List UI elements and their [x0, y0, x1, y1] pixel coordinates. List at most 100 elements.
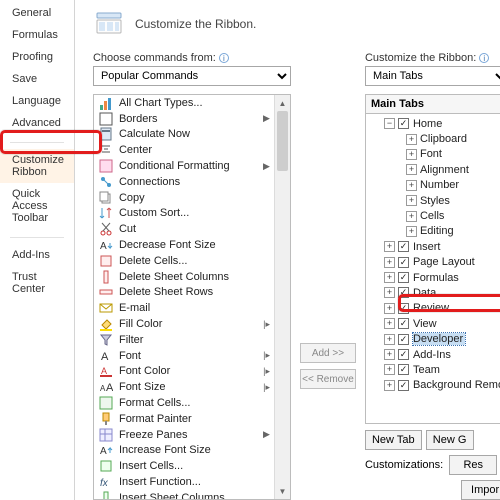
checkbox[interactable]: ✓: [398, 272, 409, 283]
tree-item-formulas[interactable]: +✓Formulas: [368, 270, 500, 285]
tree-item-page-layout[interactable]: +✓Page Layout: [368, 255, 500, 270]
commands-scrollbar[interactable]: ▲ ▼: [274, 95, 290, 499]
tree-item-view[interactable]: +✓View: [368, 316, 500, 331]
command-item[interactable]: Filter: [94, 332, 274, 348]
add-button[interactable]: Add >>: [300, 343, 356, 363]
expand-icon[interactable]: +: [406, 211, 417, 222]
command-item[interactable]: Delete Sheet Columns: [94, 269, 274, 285]
ribbon-scope-dropdown[interactable]: Main Tabs: [365, 66, 500, 86]
command-item[interactable]: Insert Cells...: [94, 458, 274, 474]
checkbox[interactable]: ✓: [398, 303, 409, 314]
choose-commands-dropdown[interactable]: Popular Commands: [93, 66, 291, 86]
sidebar-item-general[interactable]: General: [0, 2, 74, 24]
expand-icon[interactable]: +: [384, 287, 395, 298]
sidebar-item-customize-ribbon[interactable]: Customize Ribbon: [0, 149, 74, 183]
checkbox[interactable]: ✓: [398, 118, 409, 129]
tree-item-font[interactable]: +Font: [368, 147, 500, 162]
new-tab-button[interactable]: New Tab: [365, 430, 422, 450]
expand-icon[interactable]: +: [384, 272, 395, 283]
tree-item-add-ins[interactable]: +✓Add-Ins: [368, 347, 500, 362]
command-item[interactable]: Copy: [94, 190, 274, 206]
sidebar-item-save[interactable]: Save: [0, 68, 74, 90]
flyout-icon: ▶: [263, 161, 272, 172]
tree-item-data[interactable]: +✓Data: [368, 285, 500, 300]
remove-button[interactable]: << Remove: [300, 369, 356, 389]
expand-icon[interactable]: +: [406, 226, 417, 237]
command-item[interactable]: Delete Sheet Rows: [94, 285, 274, 301]
reset-button[interactable]: Res: [449, 455, 497, 475]
commands-listbox[interactable]: All Chart Types...Borders▶Calculate NowC…: [93, 94, 291, 500]
expand-icon[interactable]: +: [384, 303, 395, 314]
command-item[interactable]: Custom Sort...: [94, 206, 274, 222]
checkbox[interactable]: ✓: [398, 380, 409, 391]
tree-item-clipboard[interactable]: +Clipboard: [368, 131, 500, 146]
command-item[interactable]: Freeze Panes▶: [94, 427, 274, 443]
checkbox[interactable]: ✓: [398, 318, 409, 329]
sidebar-item-trust-center[interactable]: Trust Center: [0, 266, 74, 300]
command-item[interactable]: Fill Color|▸: [94, 316, 274, 332]
command-item[interactable]: ADecrease Font Size: [94, 237, 274, 253]
scroll-down-icon[interactable]: ▼: [275, 483, 290, 499]
sidebar-item-advanced[interactable]: Advanced: [0, 112, 74, 134]
command-item[interactable]: Cut: [94, 221, 274, 237]
command-item[interactable]: All Chart Types...: [94, 95, 274, 111]
command-item[interactable]: Delete Cells...: [94, 253, 274, 269]
expand-icon[interactable]: +: [384, 349, 395, 360]
tree-item-developer[interactable]: +✓Developer: [368, 331, 500, 346]
expand-icon[interactable]: +: [384, 241, 395, 252]
checkbox[interactable]: ✓: [398, 349, 409, 360]
sidebar-item-quick-access-toolbar[interactable]: Quick Access Toolbar: [0, 183, 74, 229]
expand-icon[interactable]: +: [406, 149, 417, 160]
sidebar-item-add-ins[interactable]: Add-Ins: [0, 244, 74, 266]
info-icon[interactable]: i: [479, 53, 489, 63]
command-item[interactable]: Format Cells...: [94, 395, 274, 411]
tree-item-background-remo[interactable]: +✓Background Remo: [368, 378, 500, 393]
command-item[interactable]: Calculate Now: [94, 127, 274, 143]
new-group-button[interactable]: New G: [426, 430, 474, 450]
tree-item-styles[interactable]: +Styles: [368, 193, 500, 208]
tree-item-team[interactable]: +✓Team: [368, 362, 500, 377]
checkbox[interactable]: ✓: [398, 334, 409, 345]
tree-item-home[interactable]: −✓Home: [368, 116, 500, 131]
sidebar-item-language[interactable]: Language: [0, 90, 74, 112]
checkbox[interactable]: ✓: [398, 364, 409, 375]
command-item[interactable]: Format Painter: [94, 411, 274, 427]
checkbox[interactable]: ✓: [398, 287, 409, 298]
expand-icon[interactable]: +: [384, 318, 395, 329]
command-item[interactable]: E-mail: [94, 300, 274, 316]
command-item[interactable]: AFont|▸: [94, 348, 274, 364]
command-item[interactable]: Connections: [94, 174, 274, 190]
command-item[interactable]: AAFont Size|▸: [94, 379, 274, 395]
tree-item-alignment[interactable]: +Alignment: [368, 162, 500, 177]
expand-icon[interactable]: +: [384, 364, 395, 375]
sidebar-item-formulas[interactable]: Formulas: [0, 24, 74, 46]
command-item[interactable]: Conditional Formatting▶: [94, 158, 274, 174]
tree-item-review[interactable]: +✓Review: [368, 301, 500, 316]
scroll-up-icon[interactable]: ▲: [275, 95, 290, 111]
import-export-button[interactable]: Impor: [461, 480, 500, 500]
command-item[interactable]: Center: [94, 142, 274, 158]
tree-item-insert[interactable]: +✓Insert: [368, 239, 500, 254]
tree-item-editing[interactable]: +Editing: [368, 224, 500, 239]
checkbox[interactable]: ✓: [398, 241, 409, 252]
expand-icon[interactable]: +: [406, 164, 417, 175]
expand-icon[interactable]: −: [384, 118, 395, 129]
expand-icon[interactable]: +: [406, 134, 417, 145]
expand-icon[interactable]: +: [384, 380, 395, 391]
command-item[interactable]: Insert Sheet Columns: [94, 490, 274, 499]
command-item[interactable]: AIncrease Font Size: [94, 443, 274, 459]
command-item[interactable]: fxInsert Function...: [94, 474, 274, 490]
sidebar-item-proofing[interactable]: Proofing: [0, 46, 74, 68]
scroll-thumb[interactable]: [277, 111, 288, 171]
command-item[interactable]: AFont Color|▸: [94, 364, 274, 380]
checkbox[interactable]: ✓: [398, 257, 409, 268]
expand-icon[interactable]: +: [384, 257, 395, 268]
expand-icon[interactable]: +: [406, 180, 417, 191]
command-item[interactable]: Borders▶: [94, 111, 274, 127]
tree-item-number[interactable]: +Number: [368, 178, 500, 193]
ribbon-tree[interactable]: −✓Home+Clipboard+Font+Alignment+Number+S…: [365, 113, 500, 424]
expand-icon[interactable]: +: [406, 195, 417, 206]
info-icon[interactable]: i: [219, 53, 229, 63]
tree-item-cells[interactable]: +Cells: [368, 208, 500, 223]
expand-icon[interactable]: +: [384, 334, 395, 345]
